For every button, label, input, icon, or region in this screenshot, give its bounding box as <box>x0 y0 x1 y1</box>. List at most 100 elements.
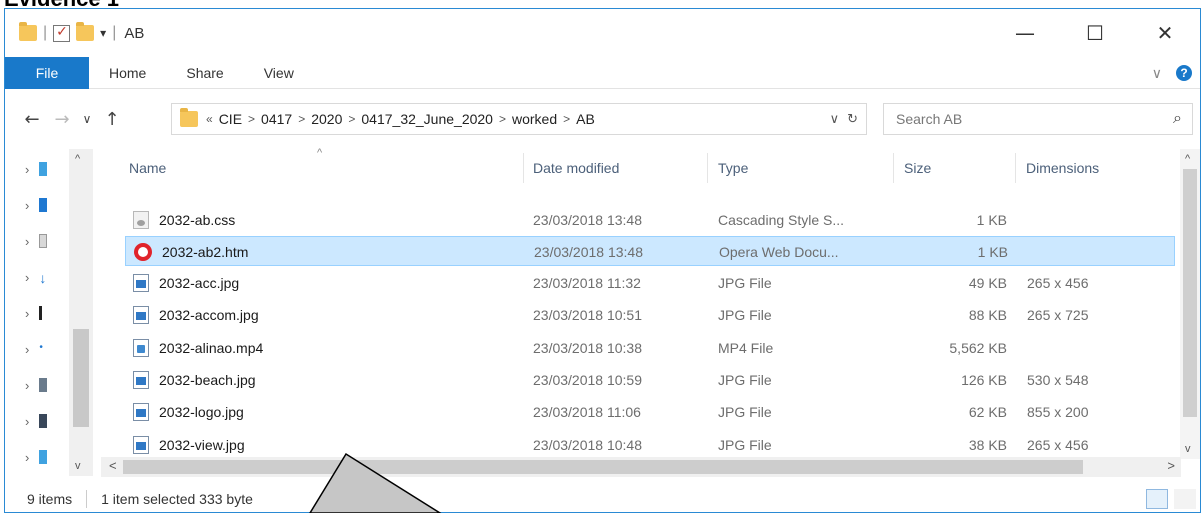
expand-chevron-icon[interactable]: › <box>25 450 29 465</box>
file-row[interactable]: 2032-ab.css 23/03/2018 13:48 Cascading S… <box>125 205 1175 235</box>
close-button[interactable]: ✕ <box>1130 9 1200 57</box>
scroll-up-icon[interactable]: ^ <box>75 153 80 165</box>
nav-tree-item[interactable]: › <box>25 231 65 251</box>
expand-chevron-icon[interactable]: › <box>25 306 29 321</box>
nav-pane-scrollbar[interactable]: ^ v <box>69 149 93 476</box>
breadcrumb-separator[interactable]: > <box>298 112 305 126</box>
nav-tree-item[interactable]: › <box>25 447 65 467</box>
file-type: JPG File <box>718 307 772 323</box>
breadcrumb-cie[interactable]: CIE <box>219 111 242 127</box>
file-size: 62 KB <box>968 404 1007 420</box>
pictures-icon: • <box>39 342 43 353</box>
tab-view[interactable]: View <box>244 57 314 89</box>
file-name-cell: 2032-acc.jpg <box>133 268 239 298</box>
file-row[interactable]: 2032-logo.jpg 23/03/2018 11:06 JPG File … <box>125 397 1175 427</box>
tab-share[interactable]: Share <box>166 57 243 89</box>
nav-tree-item[interactable]: › <box>25 411 65 431</box>
file-row[interactable]: 2032-beach.jpg 23/03/2018 10:59 JPG File… <box>125 365 1175 395</box>
file-row[interactable]: 2032-acc.jpg 23/03/2018 11:32 JPG File 4… <box>125 268 1175 298</box>
selection-info: 1 item selected 333 byte <box>101 491 253 507</box>
breadcrumb-2020[interactable]: 2020 <box>311 111 342 127</box>
file-row[interactable]: 2032-alinao.mp4 23/03/2018 10:38 MP4 Fil… <box>125 333 1175 363</box>
overflow-crumbs-icon[interactable]: « <box>206 112 213 126</box>
breadcrumb-worked[interactable]: worked <box>512 111 557 127</box>
tab-home[interactable]: Home <box>89 57 166 89</box>
file-name-cell: 2032-ab2.htm <box>134 237 248 267</box>
file-row-selected[interactable]: 2032-ab2.htm 23/03/2018 13:48 Opera Web … <box>125 236 1175 266</box>
expand-chevron-icon[interactable]: › <box>25 162 29 177</box>
breadcrumb-separator[interactable]: > <box>563 112 570 126</box>
downloads-icon: ↓ <box>39 270 47 286</box>
vertical-scroll-thumb[interactable] <box>1183 169 1197 417</box>
nav-tree-item[interactable]: › <box>25 159 65 179</box>
back-arrow-icon[interactable]: ← <box>17 109 47 130</box>
file-row[interactable]: 2032-view.jpg 23/03/2018 10:48 JPG File … <box>125 430 1175 460</box>
expand-chevron-icon[interactable]: › <box>25 234 29 249</box>
image-file-icon <box>133 403 149 421</box>
nav-tree-item[interactable]: › • <box>25 339 65 359</box>
recent-locations-icon[interactable]: ∨ <box>77 112 97 126</box>
expand-chevron-icon[interactable]: › <box>25 378 29 393</box>
horizontal-scroll-thumb[interactable] <box>123 460 1083 474</box>
expand-chevron-icon[interactable]: › <box>25 342 29 357</box>
nav-tree-item[interactable]: › <box>25 195 65 215</box>
address-dropdown-icon[interactable]: ∨ <box>830 111 840 127</box>
search-input[interactable]: Search AB ⌕ <box>883 103 1193 135</box>
scroll-right-icon[interactable]: > <box>1167 458 1175 473</box>
forward-arrow-icon[interactable]: → <box>47 109 77 130</box>
breadcrumb-0417-32-june-2020[interactable]: 0417_32_June_2020 <box>361 111 493 127</box>
expand-chevron-icon[interactable]: › <box>25 414 29 429</box>
nav-tree-item[interactable]: › ↓ <box>25 267 65 287</box>
column-divider[interactable] <box>1015 153 1016 183</box>
breadcrumb-0417[interactable]: 0417 <box>261 111 292 127</box>
properties-icon[interactable] <box>53 23 71 42</box>
nav-tree-item[interactable]: › <box>25 303 65 323</box>
scroll-up-icon[interactable]: ^ <box>1185 153 1190 165</box>
column-header-type[interactable]: Type <box>710 149 890 187</box>
up-arrow-icon[interactable]: ↑ <box>97 109 127 130</box>
tab-file[interactable]: File <box>5 56 89 89</box>
column-divider[interactable] <box>707 153 708 183</box>
scroll-down-icon[interactable]: v <box>75 460 81 472</box>
search-icon[interactable]: ⌕ <box>1173 110 1182 128</box>
expand-ribbon-icon[interactable]: ∨ <box>1152 65 1162 82</box>
new-folder-icon[interactable] <box>76 22 95 41</box>
breadcrumb-separator[interactable]: > <box>248 112 255 126</box>
file-name: 2032-accom.jpg <box>159 307 259 323</box>
scroll-down-icon[interactable]: v <box>1185 443 1191 455</box>
expand-chevron-icon[interactable]: › <box>25 270 29 285</box>
css-file-icon <box>133 211 149 229</box>
refresh-icon[interactable]: ↻ <box>847 111 858 127</box>
column-header-dimensions[interactable]: Dimensions <box>1018 149 1168 187</box>
help-icon[interactable]: ? <box>1176 65 1192 81</box>
address-bar-actions: ∨ ↻ <box>830 104 858 134</box>
file-dimensions: 265 x 456 <box>1027 437 1089 453</box>
file-row[interactable]: 2032-accom.jpg 23/03/2018 10:51 JPG File… <box>125 300 1175 330</box>
address-bar[interactable]: « CIE > 0417 > 2020 > 0417_32_June_2020 … <box>171 103 867 135</box>
column-divider[interactable] <box>893 153 894 183</box>
expand-chevron-icon[interactable]: › <box>25 198 29 213</box>
details-view-icon[interactable] <box>1146 489 1168 509</box>
file-date: 23/03/2018 13:48 <box>534 244 643 260</box>
maximize-button[interactable]: ☐ <box>1060 9 1130 57</box>
minimize-button[interactable]: — <box>990 9 1060 57</box>
file-icon <box>39 234 48 248</box>
file-dimensions: 265 x 725 <box>1027 307 1089 323</box>
breadcrumb-separator[interactable]: > <box>499 112 506 126</box>
scroll-left-icon[interactable]: < <box>109 458 117 473</box>
customize-qat-icon[interactable]: ▾ <box>100 26 106 40</box>
column-header-size[interactable]: Size <box>896 149 1006 187</box>
horizontal-scrollbar[interactable]: < > <box>101 457 1181 477</box>
nav-tree-item[interactable]: › <box>25 375 65 395</box>
column-header-name[interactable]: Name ^ <box>121 147 521 187</box>
nav-scroll-thumb[interactable] <box>73 329 89 427</box>
file-list-vertical-scrollbar[interactable]: ^ v <box>1180 149 1200 459</box>
column-divider[interactable] <box>523 153 524 183</box>
file-size: 88 KB <box>968 307 1007 323</box>
file-date: 23/03/2018 10:38 <box>533 340 642 356</box>
column-header-date[interactable]: Date modified <box>525 149 705 187</box>
breadcrumb-separator[interactable]: > <box>348 112 355 126</box>
large-icons-view-icon[interactable] <box>1174 489 1196 509</box>
breadcrumb-ab[interactable]: AB <box>576 111 595 127</box>
status-bar: 9 items 1 item selected 333 byte <box>5 485 1200 513</box>
